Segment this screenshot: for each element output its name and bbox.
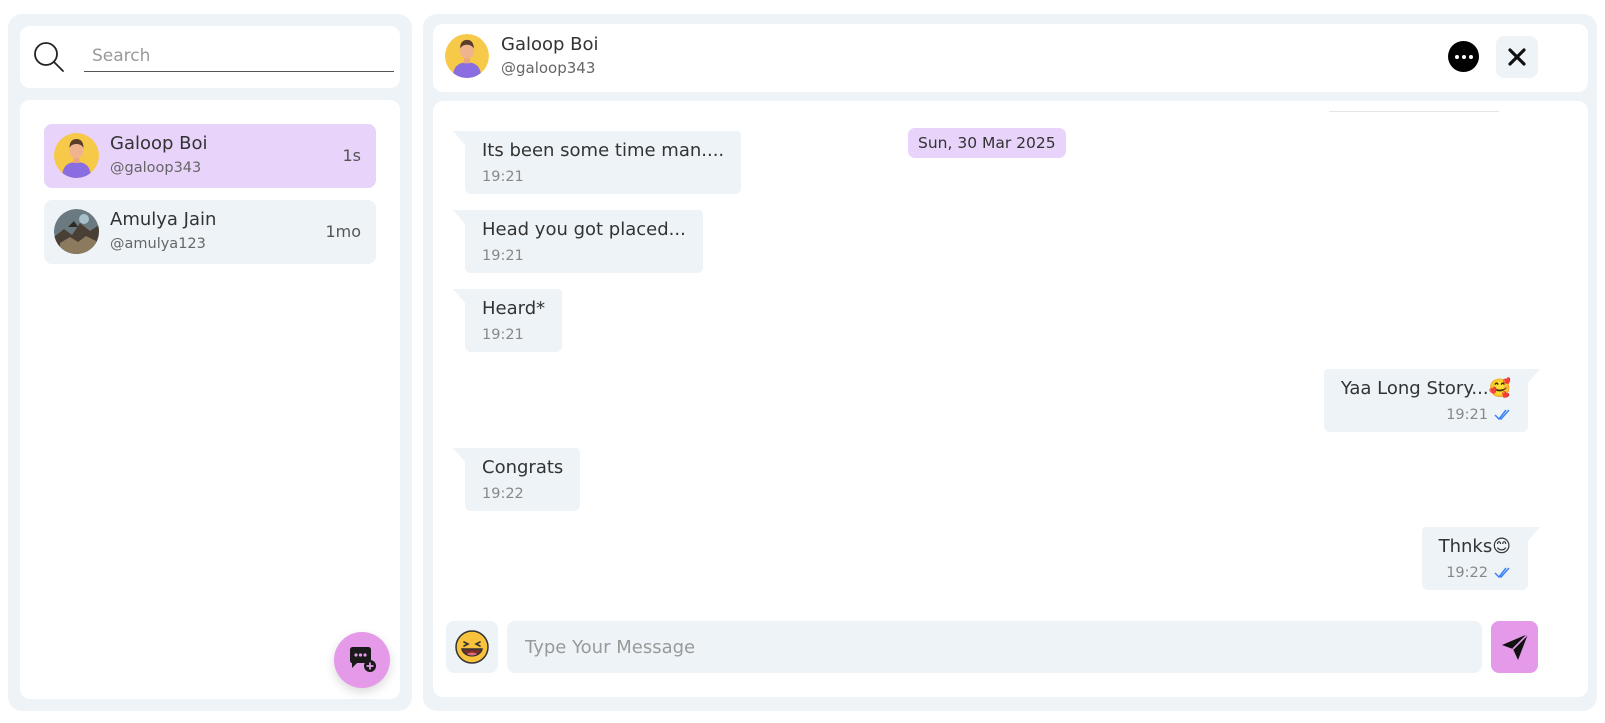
date-separator: Sun, 30 Mar 2025: [908, 128, 1066, 158]
avatar[interactable]: [445, 34, 489, 78]
message-text: Head you got placed...: [482, 219, 686, 240]
contact-name: Galoop Boi: [110, 133, 208, 154]
more-options-button[interactable]: [1448, 41, 1479, 72]
message-time: 19:21: [482, 169, 524, 185]
message-incoming[interactable]: Head you got placed... 19:21: [453, 210, 703, 273]
message-time: 19:21: [482, 327, 524, 343]
emoji-icon: [455, 630, 489, 664]
contacts-panel: Galoop Boi @galoop343 1s Amulya Jain @am…: [8, 14, 412, 711]
contact-handle: @galoop343: [110, 160, 202, 176]
photo-avatar-icon: [54, 209, 99, 254]
user-avatar-icon: [54, 133, 99, 178]
new-chat-button[interactable]: [334, 632, 390, 688]
search-bar: [20, 26, 400, 88]
send-icon: [1501, 633, 1529, 660]
search-input[interactable]: [84, 40, 394, 72]
close-icon: [1508, 48, 1526, 66]
more-icon: [1454, 54, 1459, 59]
contact-handle: @amulya123: [110, 236, 206, 252]
message-input[interactable]: [507, 621, 1482, 673]
emoji-picker-button[interactable]: [446, 621, 498, 673]
chat-header: Galoop Boi @galoop343: [433, 24, 1588, 92]
chat-add-icon: [350, 647, 376, 672]
double-check-icon: [1494, 409, 1510, 421]
message-incoming[interactable]: Its been some time man.... 19:21: [452, 131, 742, 194]
message-outgoing[interactable]: Thnks😊 19:22: [1421, 527, 1541, 590]
message-text: Yaa Long Story...🥰: [1340, 378, 1511, 399]
send-button[interactable]: [1491, 621, 1538, 673]
contact-item-galoop-boi[interactable]: Galoop Boi @galoop343 1s: [44, 124, 376, 188]
close-chat-button[interactable]: [1496, 36, 1538, 78]
message-time: 19:21: [482, 248, 524, 264]
contact-list: Galoop Boi @galoop343 1s Amulya Jain @am…: [20, 100, 400, 699]
message-time: 19:22: [1446, 565, 1488, 581]
message-outgoing[interactable]: Yaa Long Story...🥰 19:21: [1323, 369, 1541, 432]
message-text: Congrats: [482, 457, 564, 478]
double-check-icon: [1494, 567, 1510, 579]
message-time: 19:22: [482, 486, 524, 502]
contact-name: Amulya Jain: [110, 209, 217, 230]
message-text: Its been some time man....: [482, 140, 725, 161]
contact-last-seen: 1s: [342, 146, 361, 165]
contact-last-seen: 1mo: [325, 222, 361, 241]
message-text: Heard*: [482, 298, 546, 319]
divider: [1329, 111, 1499, 112]
search-icon[interactable]: [32, 40, 66, 74]
message-text: Thnks😊: [1438, 536, 1511, 557]
message-list[interactable]: Sun, 30 Mar 2025 Its been some time man.…: [433, 101, 1588, 697]
message-incoming[interactable]: Congrats 19:22: [452, 448, 581, 511]
chat-panel: Galoop Boi @galoop343 Sun, 30 Mar 2025 I…: [423, 14, 1597, 711]
message-time: 19:21: [1446, 407, 1488, 423]
avatar: [54, 133, 99, 178]
message-incoming[interactable]: Heard* 19:21: [452, 289, 563, 352]
avatar: [54, 209, 99, 254]
chat-handle: @galoop343: [501, 59, 596, 77]
chat-title: Galoop Boi: [501, 34, 599, 55]
user-avatar-icon: [445, 34, 489, 78]
contact-item-amulya-jain[interactable]: Amulya Jain @amulya123 1mo: [44, 200, 376, 264]
